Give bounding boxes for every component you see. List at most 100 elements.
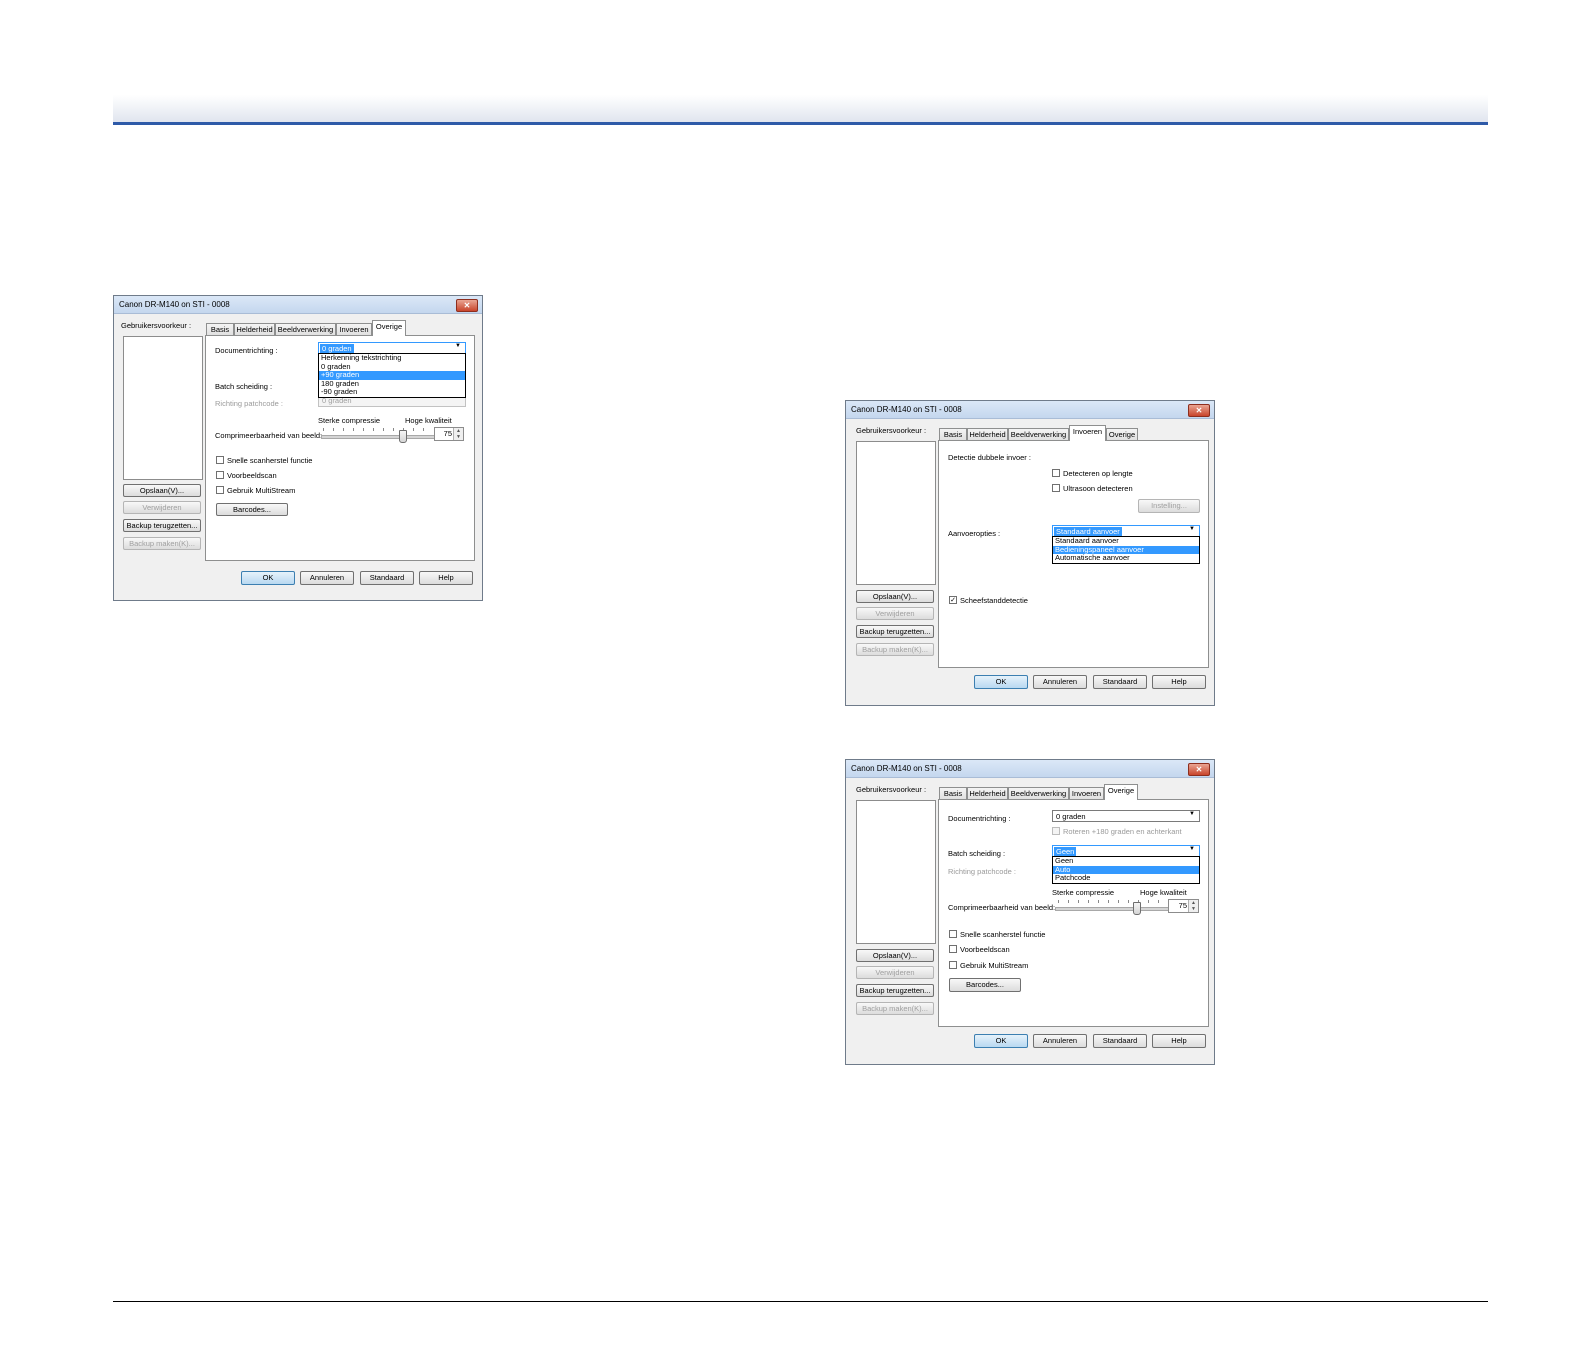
cancel-button[interactable]: Annuleren (1033, 675, 1087, 689)
prefs-label: Gebruikersvoorkeur : (856, 785, 927, 794)
page-header-rule (113, 122, 1488, 125)
barcodes-button[interactable]: Barcodes... (949, 978, 1021, 992)
dropdown-option[interactable]: Patchcode (1053, 873, 1199, 883)
tab-basis[interactable]: Basis (939, 428, 967, 440)
help-button[interactable]: Help (1152, 1034, 1206, 1048)
tab-basis[interactable]: Basis (206, 323, 234, 335)
page-header-band (113, 95, 1488, 123)
batch-separation-dropdown: Geen Auto Patchcode (1052, 856, 1200, 884)
delete-button[interactable]: Verwijderen (123, 501, 201, 514)
tab-invoeren[interactable]: Invoeren (1069, 787, 1104, 799)
ok-button[interactable]: OK (974, 675, 1028, 689)
feed-options-value: Standaard aanvoer (1054, 527, 1122, 536)
feed-options-dropdown: Standaard aanvoer Bedieningspaneel aanvo… (1052, 536, 1200, 564)
detect-length-checkbox[interactable] (1052, 469, 1060, 477)
ultrasonic-checkbox[interactable] (1052, 484, 1060, 492)
doc-orientation-select[interactable]: 0 graden ▼ (1052, 810, 1200, 822)
cancel-button[interactable]: Annuleren (1033, 1034, 1087, 1048)
doc-orientation-label: Documentrichting : (948, 814, 1011, 823)
spin-arrows-icon[interactable]: ▲ ▼ (1188, 900, 1198, 912)
tab-beeldverwerking[interactable]: Beeldverwerking (275, 323, 336, 335)
compress-low-label: Sterke compressie (318, 416, 381, 425)
make-backup-button[interactable]: Backup maken(K)... (123, 537, 201, 550)
default-button[interactable]: Standaard (360, 571, 414, 585)
compress-value: 75 (443, 429, 452, 438)
title-bar: Canon DR-M140 on STI - 0008 ✕ (846, 401, 1214, 419)
ok-button[interactable]: OK (241, 571, 295, 585)
tab-overige[interactable]: Overige (372, 320, 406, 336)
save-button[interactable]: Opslaan(V)... (856, 590, 934, 603)
compress-label: Comprimeerbaarheid van beeld: (948, 903, 1056, 912)
delete-button[interactable]: Verwijderen (856, 966, 934, 979)
tab-invoeren[interactable]: Invoeren (1069, 425, 1106, 441)
save-button[interactable]: Opslaan(V)... (123, 484, 201, 497)
tab-helderheid[interactable]: Helderheid (967, 428, 1008, 440)
tab-helderheid[interactable]: Helderheid (967, 787, 1008, 799)
restore-backup-button[interactable]: Backup terugzetten... (856, 625, 934, 638)
default-button[interactable]: Standaard (1093, 1034, 1147, 1048)
patchcode-direction-label: Richting patchcode : (215, 399, 283, 408)
rotate-back-checkbox[interactable] (1052, 827, 1060, 835)
compress-spinbox[interactable]: 75 ▲ ▼ (1168, 899, 1199, 913)
compress-spinbox[interactable]: 75 ▲ ▼ (434, 427, 464, 441)
tab-overige[interactable]: Overige (1104, 784, 1138, 800)
make-backup-button[interactable]: Backup maken(K)... (856, 643, 934, 656)
default-button[interactable]: Standaard (1093, 675, 1147, 689)
tab-beeldverwerking[interactable]: Beeldverwerking (1008, 428, 1069, 440)
batch-separation-label: Batch scheiding : (215, 382, 273, 391)
ok-button[interactable]: OK (974, 1034, 1028, 1048)
preview-scan-checkbox[interactable] (216, 471, 224, 479)
tab-overige[interactable]: Overige (1106, 428, 1138, 440)
cancel-button[interactable]: Annuleren (300, 571, 354, 585)
tab-beeldverwerking[interactable]: Beeldverwerking (1008, 787, 1069, 799)
window-title: Canon DR-M140 on STI - 0008 (119, 300, 230, 309)
prefs-list[interactable] (856, 441, 936, 585)
tab-helderheid[interactable]: Helderheid (234, 323, 275, 335)
help-button[interactable]: Help (419, 571, 473, 585)
multistream-checkbox[interactable] (949, 961, 957, 969)
close-button[interactable]: ✕ (1188, 404, 1210, 417)
batch-separation-label: Batch scheiding : (948, 849, 1006, 858)
spin-arrows-icon[interactable]: ▲ ▼ (453, 428, 463, 440)
scanner-dialog-batch: Canon DR-M140 on STI - 0008 ✕ Gebruikers… (845, 759, 1215, 1065)
tab-invoeren[interactable]: Invoeren (336, 323, 372, 335)
chevron-down-icon: ▼ (455, 343, 461, 349)
page-footer-rule (113, 1301, 1488, 1302)
dropdown-option[interactable]: Automatische aanvoer (1053, 553, 1199, 563)
title-bar: Canon DR-M140 on STI - 0008 ✕ (114, 296, 482, 314)
chevron-down-icon: ▼ (1189, 846, 1195, 852)
tab-panel-invoeren: Detectie dubbele invoer : Detecteren op … (938, 440, 1209, 668)
close-button[interactable]: ✕ (456, 299, 478, 312)
tab-basis[interactable]: Basis (939, 787, 967, 799)
fast-recovery-label: Snelle scanherstel functie (227, 456, 313, 465)
compress-slider-ticks (1058, 900, 1168, 903)
compress-slider[interactable] (1055, 907, 1169, 911)
restore-backup-button[interactable]: Backup terugzetten... (856, 984, 934, 997)
dropdown-option[interactable]: Geen (1053, 856, 1199, 866)
scanner-dialog-feeding: Canon DR-M140 on STI - 0008 ✕ Gebruikers… (845, 400, 1215, 706)
help-button[interactable]: Help (1152, 675, 1206, 689)
compress-slider-thumb[interactable] (1133, 902, 1141, 915)
save-button[interactable]: Opslaan(V)... (856, 949, 934, 962)
skew-detection-checkbox[interactable]: ✓ (949, 596, 957, 604)
preview-scan-checkbox[interactable] (949, 945, 957, 953)
prefs-label: Gebruikersvoorkeur : (121, 321, 192, 330)
restore-backup-button[interactable]: Backup terugzetten... (123, 519, 201, 532)
prefs-list[interactable] (856, 800, 936, 944)
make-backup-button[interactable]: Backup maken(K)... (856, 1002, 934, 1015)
fast-recovery-checkbox[interactable] (949, 930, 957, 938)
prefs-list[interactable] (123, 336, 203, 480)
dropdown-option[interactable]: -90 graden (319, 387, 465, 397)
compress-slider-thumb[interactable] (399, 430, 407, 443)
fast-recovery-checkbox[interactable] (216, 456, 224, 464)
close-button[interactable]: ✕ (1188, 763, 1210, 776)
multistream-label: Gebruik MultiStream (960, 961, 1029, 970)
doc-orientation-dropdown: Herkenning tekstrichting 0 graden +90 gr… (318, 353, 466, 398)
compress-slider[interactable] (321, 435, 435, 439)
detect-length-label: Detecteren op lengte (1063, 469, 1133, 478)
delete-button[interactable]: Verwijderen (856, 607, 934, 620)
barcodes-button[interactable]: Barcodes... (216, 503, 288, 516)
settings-button[interactable]: Instelling... (1138, 499, 1200, 513)
double-feed-label: Detectie dubbele invoer : (948, 453, 1031, 462)
multistream-checkbox[interactable] (216, 486, 224, 494)
